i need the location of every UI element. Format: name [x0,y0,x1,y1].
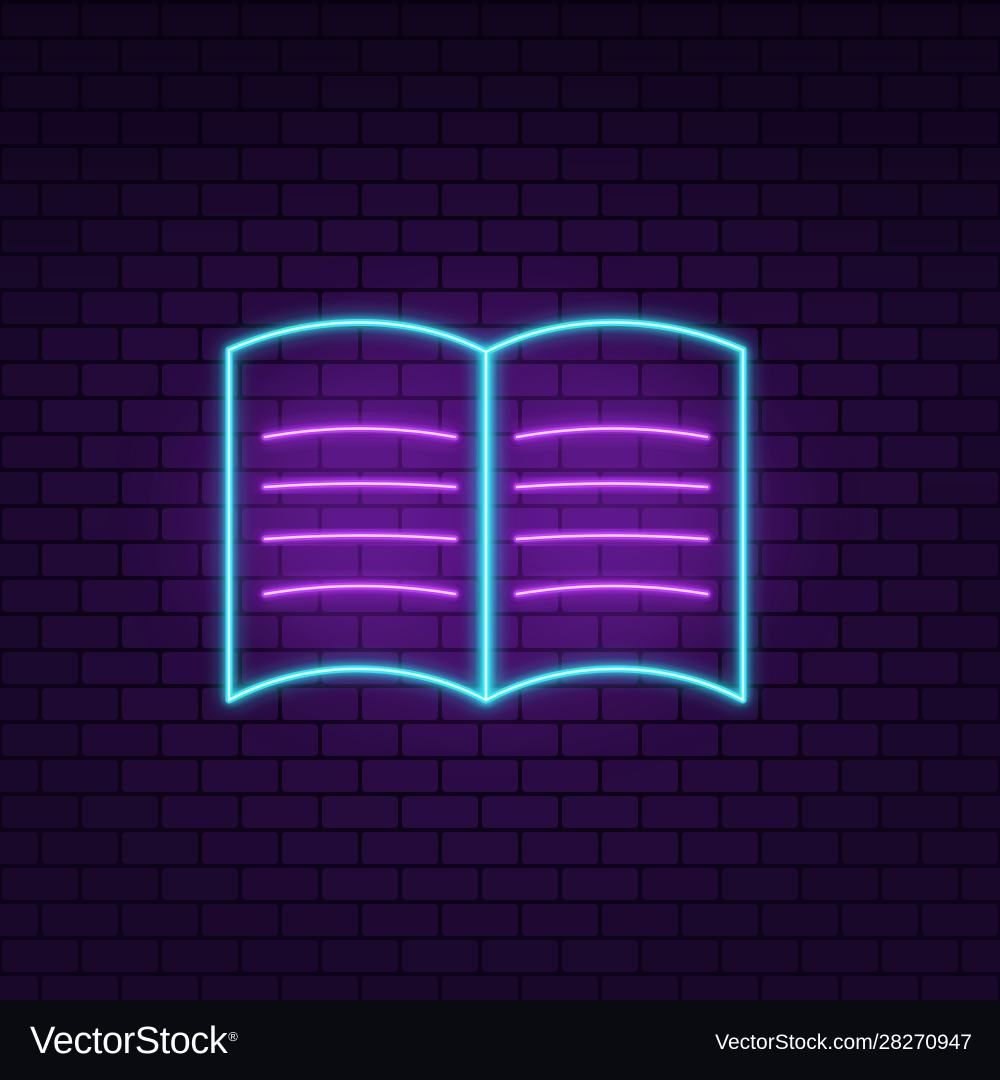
neon-sign [185,315,785,715]
registered-mark: ® [228,1029,238,1044]
image-id-text: VectorStock.com/28270947 [715,1031,972,1054]
brand-name: VectorStock [30,1020,228,1062]
neon-book-image: VectorStock® VectorStock.com/28270947 [0,0,1000,1080]
vectorstock-logo: VectorStock® [30,1018,238,1064]
watermark-footer: VectorStock® VectorStock.com/28270947 [0,1000,1000,1080]
